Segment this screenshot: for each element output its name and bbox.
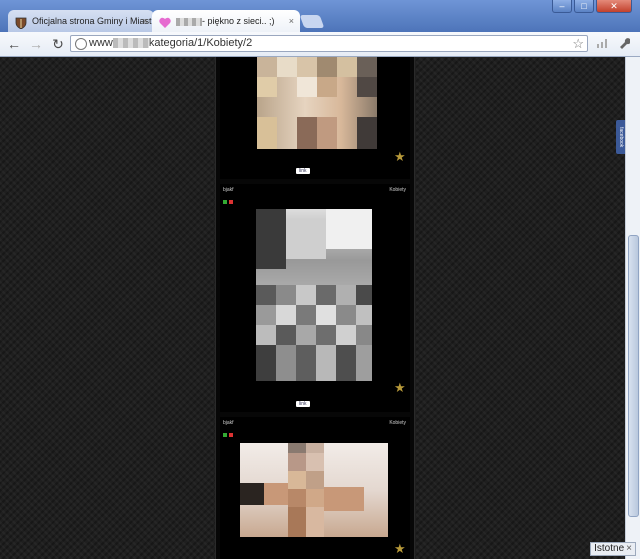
tab-close-icon[interactable]: ×	[143, 10, 148, 32]
post-header: bjakf Kobiety	[220, 184, 410, 198]
tab-label: Oficjalna strona Gminy i Miast	[32, 16, 152, 26]
bookmark-star-icon[interactable]: ☆	[572, 36, 584, 51]
star-sticker-icon: ★	[394, 541, 406, 556]
post-card: link ★	[220, 57, 410, 179]
page-content: link ★ bjakf Kobiety link ★ bjakf Kobiet…	[0, 57, 626, 559]
post-category[interactable]: Kobiety	[389, 420, 406, 426]
post-image[interactable]	[240, 443, 388, 537]
scrollbar-thumb[interactable]	[628, 235, 639, 517]
post-card: bjakf Kobiety	[220, 417, 410, 559]
posts-column: link ★ bjakf Kobiety link ★ bjakf Kobiet…	[215, 57, 415, 559]
post-link-button[interactable]: link	[296, 401, 310, 407]
shield-favicon-icon	[15, 15, 27, 30]
forward-arrow-icon[interactable]: →	[28, 36, 44, 52]
post-header: bjakf Kobiety	[220, 417, 410, 431]
flag-icons	[223, 200, 235, 206]
minimize-button[interactable]: –	[552, 0, 572, 13]
post-card: bjakf Kobiety	[220, 184, 410, 412]
tab-close-icon[interactable]: ×	[289, 10, 294, 32]
star-sticker-icon: ★	[394, 380, 406, 395]
heart-favicon-icon	[159, 15, 171, 28]
post-image[interactable]	[256, 209, 372, 381]
reload-icon[interactable]: ↻	[50, 36, 66, 52]
tab-active[interactable]: - piękno z sieci.. ;) ×	[152, 10, 300, 32]
url-text: www kategoria/1/Kobiety/2	[89, 37, 253, 49]
flag-icons	[223, 433, 235, 439]
post-image[interactable]	[257, 57, 377, 149]
signal-bars-icon[interactable]	[596, 37, 608, 51]
globe-icon	[75, 38, 87, 50]
new-tab-button[interactable]	[299, 15, 325, 28]
tab-strip: Oficjalna strona Gminy i Miast × - piękn…	[0, 0, 640, 32]
tab-gmina[interactable]: Oficjalna strona Gminy i Miast ×	[8, 10, 154, 32]
browser-window: Oficjalna strona Gminy i Miast × - piękn…	[0, 0, 640, 559]
star-sticker-icon: ★	[394, 149, 406, 164]
istotne-badge[interactable]: Istotne ×	[590, 542, 636, 556]
back-arrow-icon[interactable]: ←	[6, 36, 22, 52]
wrench-icon[interactable]	[618, 37, 631, 52]
browser-toolbar: ← → ↻ www kategoria/1/Kobiety/2 ☆	[0, 32, 640, 57]
badge-close-icon[interactable]: ×	[626, 543, 632, 554]
address-bar[interactable]: www kategoria/1/Kobiety/2 ☆	[70, 35, 588, 52]
post-author[interactable]: bjakf	[223, 187, 234, 193]
vertical-scrollbar[interactable]	[625, 57, 640, 559]
close-button[interactable]: ✕	[596, 0, 632, 13]
window-controls: – □ ✕	[550, 0, 632, 14]
maximize-button[interactable]: □	[574, 0, 594, 13]
post-link-button[interactable]: link	[296, 168, 310, 174]
post-category[interactable]: Kobiety	[389, 187, 406, 193]
post-author[interactable]: bjakf	[223, 420, 234, 426]
blurred-site-name	[176, 17, 202, 26]
tab-label: - piękno z sieci.. ;)	[202, 16, 275, 26]
